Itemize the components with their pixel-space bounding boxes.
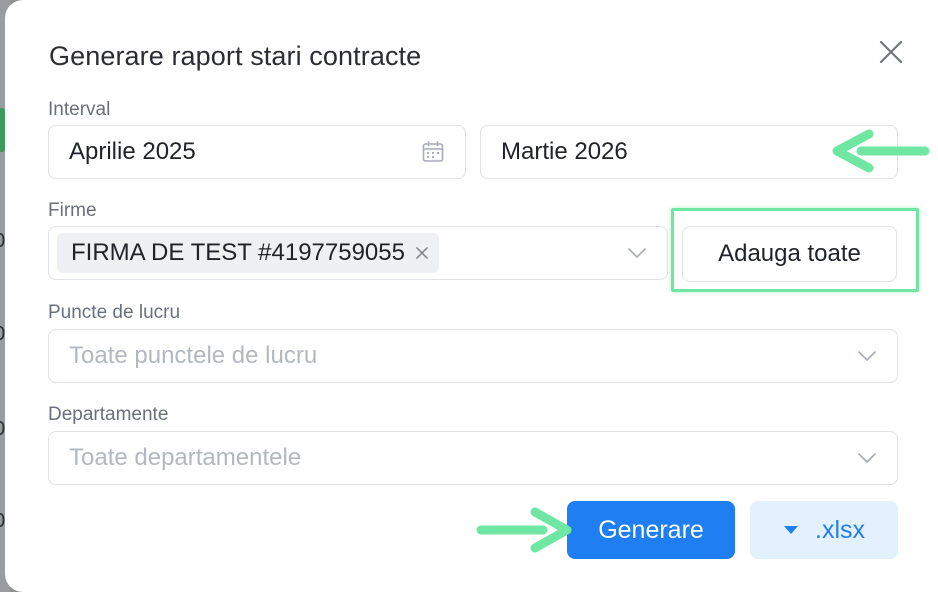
selected-firm-chip: FIRMA DE TEST #4197759055 — [57, 233, 439, 273]
departamente-label: Departamente — [48, 404, 169, 425]
close-button[interactable] — [873, 34, 909, 70]
close-icon — [416, 247, 428, 259]
calendar-icon — [421, 140, 445, 164]
export-xlsx-label: .xlsx — [815, 515, 865, 544]
remove-chip-button[interactable] — [415, 246, 429, 260]
chevron-down-icon — [857, 452, 877, 464]
generate-button[interactable]: Generare — [567, 501, 735, 559]
annotation-arrow-icon — [476, 507, 572, 553]
departamente-placeholder: Toate departamentele — [69, 444, 302, 471]
report-modal: Generare raport stari contracte Interval… — [5, 0, 938, 592]
chevron-down-icon — [857, 350, 877, 362]
interval-end-value: Martie 2026 — [501, 138, 628, 165]
annotation-arrow-icon — [832, 129, 930, 173]
selected-firm-label: FIRMA DE TEST #4197759055 — [71, 239, 405, 266]
caret-down-icon — [784, 526, 798, 534]
firme-select[interactable]: FIRMA DE TEST #4197759055 — [48, 226, 668, 280]
interval-start-value: Aprilie 2025 — [69, 138, 196, 165]
modal-title: Generare raport stari contracte — [49, 41, 422, 71]
interval-label: Interval — [48, 99, 111, 120]
firme-label: Firme — [48, 200, 97, 221]
puncte-de-lucru-placeholder: Toate punctele de lucru — [69, 342, 318, 369]
export-xlsx-button[interactable]: .xlsx — [750, 501, 898, 559]
annotation-highlight-box — [671, 208, 919, 292]
chevron-down-icon — [627, 247, 647, 259]
puncte-de-lucru-label: Puncte de lucru — [48, 302, 181, 323]
departamente-select[interactable]: Toate departamentele — [48, 431, 898, 485]
interval-start-picker[interactable]: Aprilie 2025 — [48, 125, 466, 179]
puncte-de-lucru-select[interactable]: Toate punctele de lucru — [48, 329, 898, 383]
close-icon — [879, 40, 903, 64]
